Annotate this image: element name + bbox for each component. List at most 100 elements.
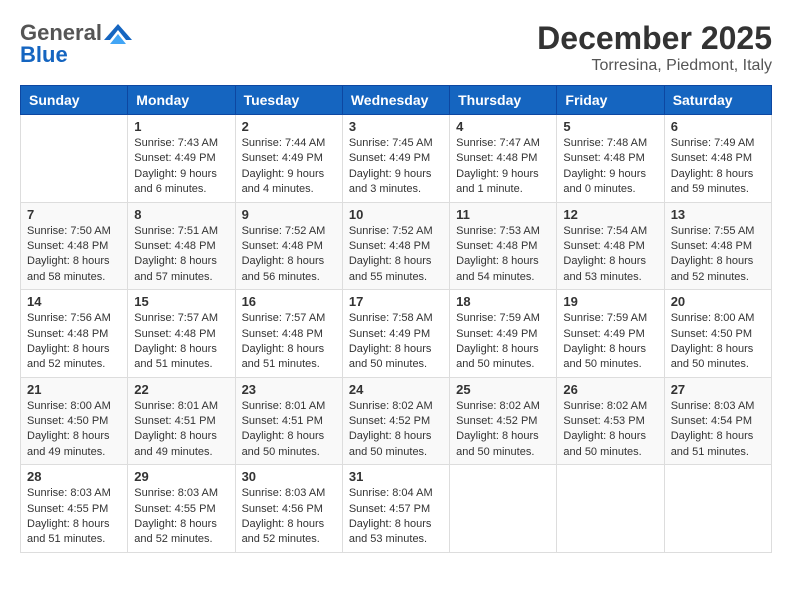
col-header-sunday: Sunday [21,86,128,115]
day-number: 20 [671,294,765,309]
day-info: Sunrise: 7:59 AMSunset: 4:49 PMDaylight:… [456,311,550,373]
day-cell: 26Sunrise: 8:02 AMSunset: 4:53 PMDayligh… [557,377,664,465]
day-info: Sunrise: 7:45 AMSunset: 4:49 PMDaylight:… [349,136,443,198]
day-number: 16 [242,294,336,309]
day-number: 29 [134,469,228,484]
week-row-1: 1 Sunrise: 7:43 AMSunset: 4:49 PMDaylight… [21,115,772,203]
day-number: 15 [134,294,228,309]
day-cell: 31 Sunrise: 8:04 AMSunset: 4:57 PMDayligh… [342,465,449,553]
day-cell: 22 Sunrise: 8:01 AMSunset: 4:51 PMDayligh… [128,377,235,465]
day-number: 1 [134,119,228,134]
day-info: Sunrise: 8:04 AMSunset: 4:57 PMDaylight:… [349,486,443,548]
day-cell: 16 Sunrise: 7:57 AMSunset: 4:48 PMDayligh… [235,290,342,378]
month-title: December 2025 [537,20,772,57]
day-info: Sunrise: 8:02 AMSunset: 4:52 PMDaylight:… [349,399,443,461]
day-info: Sunrise: 8:02 AMSunset: 4:52 PMDaylight:… [456,399,550,461]
day-number: 18 [456,294,550,309]
day-number: 31 [349,469,443,484]
col-header-tuesday: Tuesday [235,86,342,115]
day-cell: 19 Sunrise: 7:59 AMSunset: 4:49 PMDayligh… [557,290,664,378]
week-row-4: 21 Sunrise: 8:00 AMSunset: 4:50 PMDayligh… [21,377,772,465]
col-header-friday: Friday [557,86,664,115]
day-cell: 15Sunrise: 7:57 AMSunset: 4:48 PMDayligh… [128,290,235,378]
day-info: Sunrise: 8:03 AMSunset: 4:56 PMDaylight:… [242,486,336,548]
day-info: Sunrise: 7:54 AMSunset: 4:48 PMDaylight:… [563,224,657,286]
day-cell [21,115,128,203]
day-cell: 7 Sunrise: 7:50 AMSunset: 4:48 PMDaylight… [21,202,128,290]
day-info: Sunrise: 7:55 AMSunset: 4:48 PMDaylight:… [671,224,765,286]
day-number: 25 [456,382,550,397]
page-header: General Blue December 2025 Torresina, Pi… [20,20,772,75]
day-cell [664,465,771,553]
col-header-thursday: Thursday [450,86,557,115]
day-cell: 3Sunrise: 7:45 AMSunset: 4:49 PMDaylight… [342,115,449,203]
day-cell: 6 Sunrise: 7:49 AMSunset: 4:48 PMDaylight… [664,115,771,203]
day-info: Sunrise: 7:58 AMSunset: 4:49 PMDaylight:… [349,311,443,373]
day-info: Sunrise: 7:56 AMSunset: 4:48 PMDaylight:… [27,311,121,373]
day-info: Sunrise: 8:00 AMSunset: 4:50 PMDaylight:… [27,399,121,461]
day-cell: 13 Sunrise: 7:55 AMSunset: 4:48 PMDayligh… [664,202,771,290]
day-cell: 5Sunrise: 7:48 AMSunset: 4:48 PMDaylight… [557,115,664,203]
day-info: Sunrise: 7:51 AMSunset: 4:48 PMDaylight:… [134,224,228,286]
col-header-monday: Monday [128,86,235,115]
day-info: Sunrise: 7:50 AMSunset: 4:48 PMDaylight:… [27,224,121,286]
day-cell: 21 Sunrise: 8:00 AMSunset: 4:50 PMDayligh… [21,377,128,465]
day-cell: 23 Sunrise: 8:01 AMSunset: 4:51 PMDayligh… [235,377,342,465]
day-cell: 2Sunrise: 7:44 AMSunset: 4:49 PMDaylight… [235,115,342,203]
logo: General Blue [20,20,132,68]
day-info: Sunrise: 7:48 AMSunset: 4:48 PMDaylight:… [563,136,657,198]
day-number: 22 [134,382,228,397]
day-cell: 29 Sunrise: 8:03 AMSunset: 4:55 PMDayligh… [128,465,235,553]
day-number: 17 [349,294,443,309]
day-info: Sunrise: 7:53 AMSunset: 4:48 PMDaylight:… [456,224,550,286]
day-info: Sunrise: 8:01 AMSunset: 4:51 PMDaylight:… [242,399,336,461]
day-cell: 17 Sunrise: 7:58 AMSunset: 4:49 PMDayligh… [342,290,449,378]
day-number: 26 [563,382,657,397]
location-subtitle: Torresina, Piedmont, Italy [537,57,772,75]
day-number: 21 [27,382,121,397]
day-cell: 27Sunrise: 8:03 AMSunset: 4:54 PMDayligh… [664,377,771,465]
day-cell: 25 Sunrise: 8:02 AMSunset: 4:52 PMDayligh… [450,377,557,465]
day-number: 13 [671,207,765,222]
day-number: 30 [242,469,336,484]
week-row-3: 14 Sunrise: 7:56 AMSunset: 4:48 PMDayligh… [21,290,772,378]
day-cell: 20 Sunrise: 8:00 AMSunset: 4:50 PMDayligh… [664,290,771,378]
day-number: 14 [27,294,121,309]
day-cell: 1 Sunrise: 7:43 AMSunset: 4:49 PMDaylight… [128,115,235,203]
day-number: 23 [242,382,336,397]
day-number: 24 [349,382,443,397]
day-info: Sunrise: 7:59 AMSunset: 4:49 PMDaylight:… [563,311,657,373]
day-info: Sunrise: 8:01 AMSunset: 4:51 PMDaylight:… [134,399,228,461]
col-header-wednesday: Wednesday [342,86,449,115]
day-cell: 24 Sunrise: 8:02 AMSunset: 4:52 PMDayligh… [342,377,449,465]
day-cell: 18 Sunrise: 7:59 AMSunset: 4:49 PMDayligh… [450,290,557,378]
day-cell: 28 Sunrise: 8:03 AMSunset: 4:55 PMDayligh… [21,465,128,553]
day-number: 28 [27,469,121,484]
day-number: 10 [349,207,443,222]
day-cell [450,465,557,553]
day-info: Sunrise: 7:57 AMSunset: 4:48 PMDaylight:… [242,311,336,373]
day-number: 7 [27,207,121,222]
day-info: Sunrise: 7:47 AMSunset: 4:48 PMDaylight:… [456,136,550,198]
day-number: 19 [563,294,657,309]
day-number: 12 [563,207,657,222]
day-cell: 12 Sunrise: 7:54 AMSunset: 4:48 PMDayligh… [557,202,664,290]
col-header-saturday: Saturday [664,86,771,115]
day-info: Sunrise: 8:03 AMSunset: 4:54 PMDaylight:… [671,399,765,461]
week-row-2: 7 Sunrise: 7:50 AMSunset: 4:48 PMDaylight… [21,202,772,290]
day-info: Sunrise: 7:49 AMSunset: 4:48 PMDaylight:… [671,136,765,198]
day-info: Sunrise: 7:43 AMSunset: 4:49 PMDaylight:… [134,136,228,198]
calendar-header-row: SundayMondayTuesdayWednesdayThursdayFrid… [21,86,772,115]
logo-icon [104,22,132,44]
day-cell: 30 Sunrise: 8:03 AMSunset: 4:56 PMDayligh… [235,465,342,553]
day-cell: 9Sunrise: 7:52 AMSunset: 4:48 PMDaylight… [235,202,342,290]
day-info: Sunrise: 8:03 AMSunset: 4:55 PMDaylight:… [134,486,228,548]
day-number: 9 [242,207,336,222]
day-cell: 14 Sunrise: 7:56 AMSunset: 4:48 PMDayligh… [21,290,128,378]
day-number: 6 [671,119,765,134]
day-info: Sunrise: 8:00 AMSunset: 4:50 PMDaylight:… [671,311,765,373]
day-info: Sunrise: 8:03 AMSunset: 4:55 PMDaylight:… [27,486,121,548]
day-cell: 8Sunrise: 7:51 AMSunset: 4:48 PMDaylight… [128,202,235,290]
day-info: Sunrise: 7:44 AMSunset: 4:49 PMDaylight:… [242,136,336,198]
day-cell: 11Sunrise: 7:53 AMSunset: 4:48 PMDayligh… [450,202,557,290]
